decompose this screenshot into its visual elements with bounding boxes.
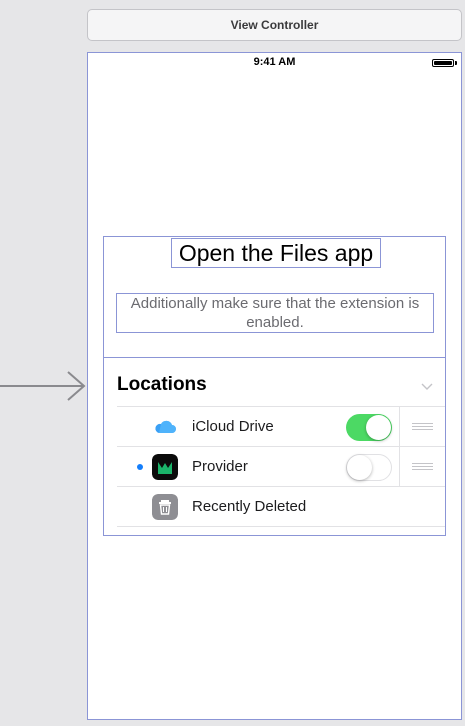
reorder-divider	[399, 447, 400, 487]
provider-toggle[interactable]	[346, 454, 392, 481]
icloud-icon	[155, 420, 176, 433]
scene-header[interactable]: View Controller	[87, 9, 462, 41]
locations-header: Locations	[117, 374, 207, 395]
locations-section: Locations iCloud Drive Provider Recently…	[104, 357, 445, 536]
location-label: iCloud Drive	[192, 418, 274, 435]
subtitle-text: Additionally make sure that the extensio…	[116, 293, 434, 333]
location-label: Recently Deleted	[192, 498, 307, 515]
battery-icon	[432, 59, 454, 67]
reorder-handle-icon[interactable]	[412, 463, 433, 472]
entry-point-arrow-icon	[0, 371, 86, 401]
device-canvas: 9:41 AM Open the Files app Additionally …	[87, 52, 462, 720]
status-time: 9:41 AM	[253, 56, 296, 68]
icloud-drive-toggle[interactable]	[346, 414, 392, 441]
section-bottom-divider	[117, 526, 445, 527]
status-bar: 9:41 AM	[88, 53, 461, 73]
provider-app-icon	[152, 454, 178, 480]
location-row-recently-deleted[interactable]: Recently Deleted	[117, 486, 445, 527]
reorder-divider	[399, 407, 400, 447]
content-container: Open the Files app Additionally make sur…	[103, 236, 446, 536]
location-row-icloud-drive[interactable]: iCloud Drive	[117, 406, 445, 447]
chevron-down-icon[interactable]	[421, 380, 433, 392]
battery-cap	[455, 61, 457, 65]
location-label: Provider	[192, 458, 248, 475]
active-indicator-dot	[137, 464, 143, 470]
page-title: Open the Files app	[171, 238, 381, 268]
reorder-handle-icon[interactable]	[412, 423, 433, 432]
location-row-provider[interactable]: Provider	[117, 446, 445, 487]
trash-icon	[152, 494, 178, 520]
scene-title: View Controller	[230, 18, 319, 32]
